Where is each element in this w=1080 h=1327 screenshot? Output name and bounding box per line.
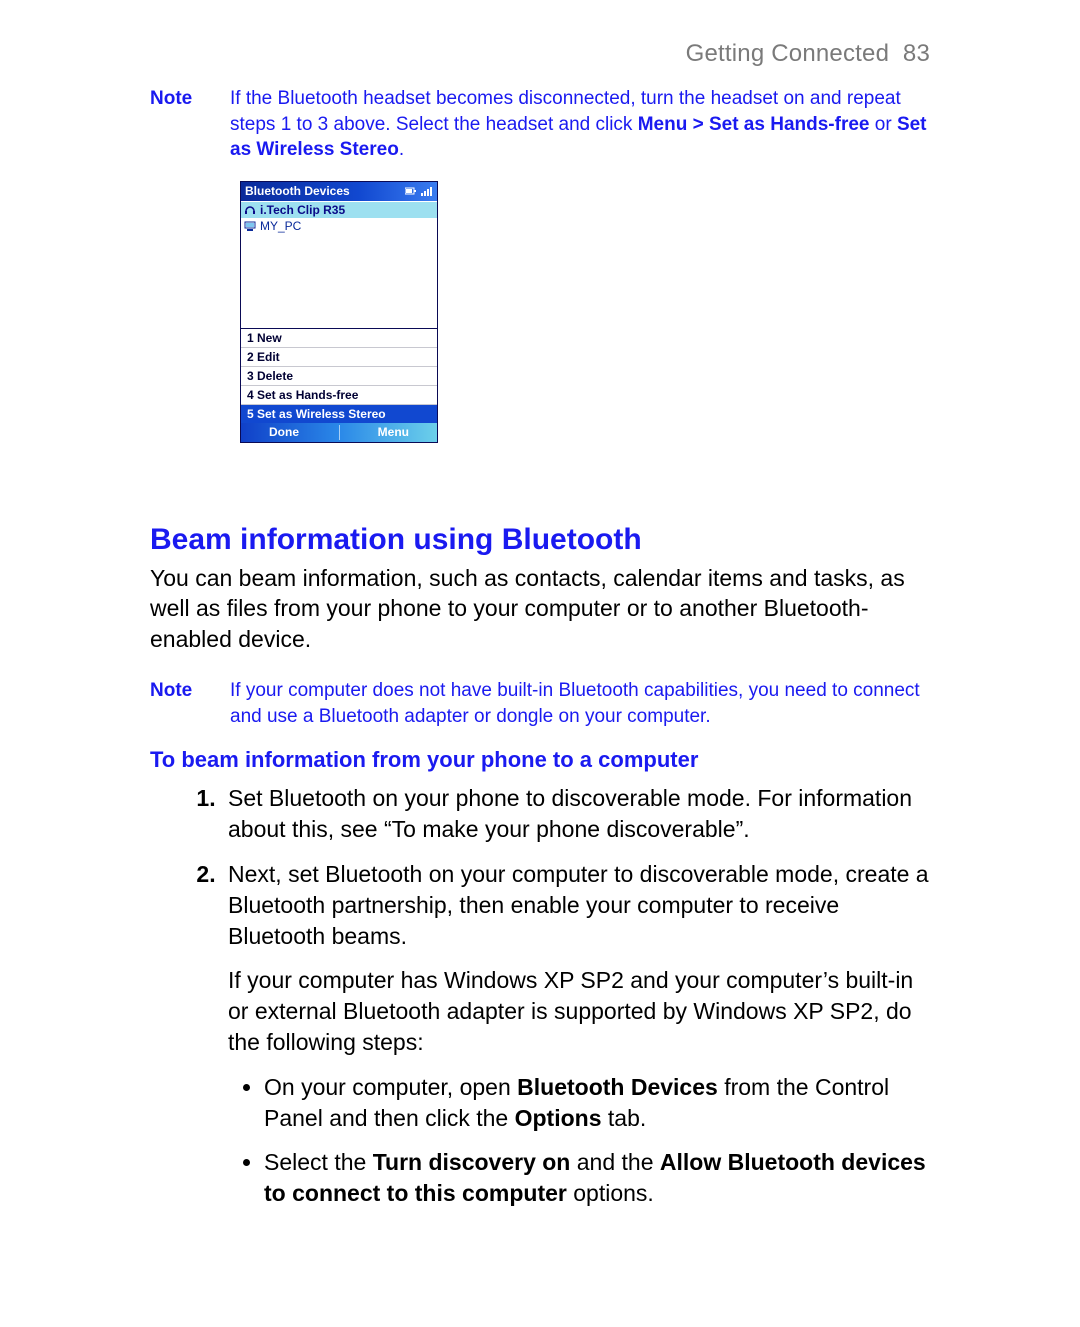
bullet-text: options. [567,1180,654,1206]
bullet-item: On your computer, open Bluetooth Devices… [264,1072,930,1134]
signal-icon [421,185,433,197]
device-screenshot: Bluetooth Devices i.Tech Clip R35 MY_PC [240,181,930,443]
bullet-bold: Bluetooth Devices [517,1074,718,1100]
note-text: or [869,114,896,135]
headset-icon [244,204,256,216]
softkey-menu[interactable]: Menu [378,425,409,439]
note-bold: Menu > Set as Hands-free [638,114,870,135]
section-name: Getting Connected [686,40,890,67]
phone-spacer [241,234,437,328]
bullet-text: and the [570,1149,660,1175]
window-title: Bluetooth Devices [245,184,350,198]
section-intro: You can beam information, such as contac… [150,563,930,654]
battery-icon [405,185,417,197]
phone-context-menu: 1 New 2 Edit 3 Delete 4 Set as Hands-fre… [241,328,437,423]
phone-softkey-bar: Done Menu [241,423,437,442]
procedure-heading: To beam information from your phone to a… [150,747,930,773]
bullet-bold: Turn discovery on [373,1149,571,1175]
phone-titlebar: Bluetooth Devices [241,182,437,201]
softkey-done[interactable]: Done [269,425,299,439]
bullet-text: On your computer, open [264,1074,517,1100]
phone-status-icons [405,185,433,197]
list-item-label: i.Tech Clip R35 [260,203,345,217]
step-item: Next, set Bluetooth on your computer to … [222,859,930,1209]
menu-item-delete[interactable]: 3 Delete [241,367,437,386]
manual-page: Getting Connected 83 Note If the Bluetoo… [0,0,1080,1327]
phone-device-list: i.Tech Clip R35 MY_PC [241,201,437,234]
bullet-item: Select the Turn discovery on and the All… [264,1147,930,1209]
page-number: 83 [903,40,930,67]
menu-item-wireless-stereo[interactable]: 5 Set as Wireless Stereo [241,405,437,423]
step-item: Set Bluetooth on your phone to discovera… [222,783,930,845]
section-heading: Beam information using Bluetooth [150,523,930,557]
procedure-steps: Set Bluetooth on your phone to discovera… [150,783,930,1209]
note-label: Note [150,86,202,163]
menu-item-handsfree[interactable]: 4 Set as Hands-free [241,386,437,405]
note-label: Note [150,678,202,729]
bullet-text: tab. [602,1105,647,1131]
note-body: If the Bluetooth headset becomes disconn… [230,86,930,163]
step-text: Next, set Bluetooth on your computer to … [228,861,929,949]
menu-item-new[interactable]: 1 New [241,329,437,348]
step-text: Set Bluetooth on your phone to discovera… [228,785,912,842]
sub-bullets: On your computer, open Bluetooth Devices… [228,1072,930,1209]
menu-item-edit[interactable]: 2 Edit [241,348,437,367]
phone-screen: Bluetooth Devices i.Tech Clip R35 MY_PC [240,181,438,443]
running-header: Getting Connected 83 [150,40,930,68]
list-item[interactable]: MY_PC [241,218,437,234]
list-item[interactable]: i.Tech Clip R35 [241,202,437,218]
step-paragraph: If your computer has Windows XP SP2 and … [228,965,930,1057]
list-item-label: MY_PC [260,219,301,233]
note-body: If your computer does not have built-in … [230,678,930,729]
softkey-separator [339,425,340,440]
bullet-bold: Options [515,1105,602,1131]
note-block-2: Note If your computer does not have buil… [150,678,930,729]
note-block-1: Note If the Bluetooth headset becomes di… [150,86,930,163]
computer-icon [244,220,256,232]
bullet-text: Select the [264,1149,373,1175]
note-text: . [399,139,404,160]
